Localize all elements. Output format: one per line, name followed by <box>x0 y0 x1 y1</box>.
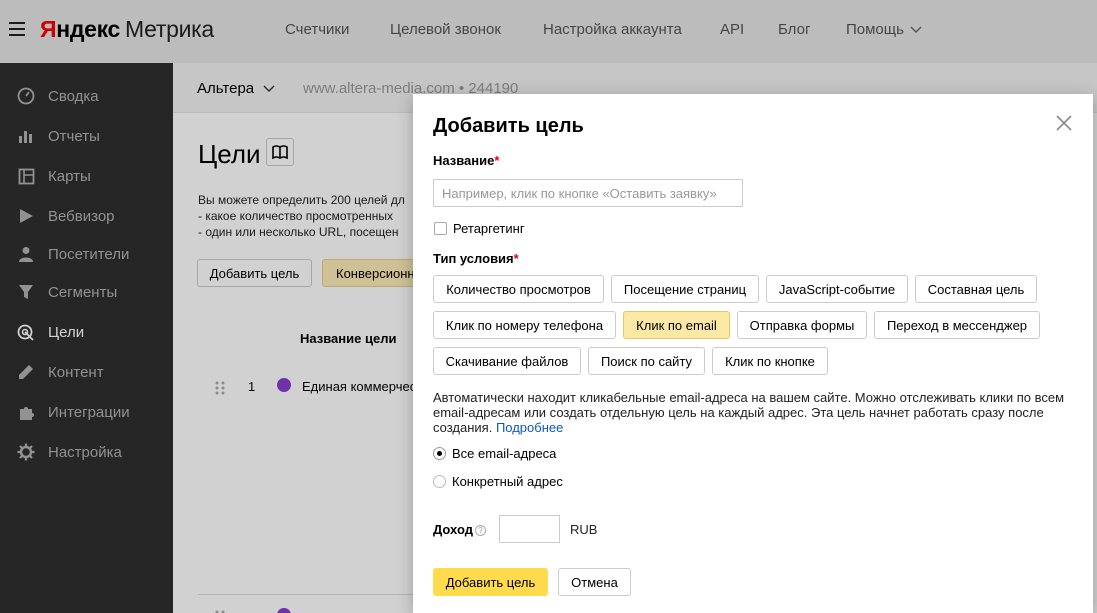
cancel-button[interactable]: Отмена <box>558 568 631 596</box>
condition-file-download[interactable]: Скачивание файлов <box>433 347 581 375</box>
radio-specific-email-label[interactable]: Конкретный адрес <box>452 474 563 489</box>
goal-name-input[interactable] <box>433 179 743 207</box>
condition-messenger[interactable]: Переход в мессенджер <box>874 311 1040 339</box>
condition-page-visit[interactable]: Посещение страниц <box>611 275 759 303</box>
condition-composite[interactable]: Составная цель <box>915 275 1037 303</box>
dialog-title: Добавить цель <box>433 115 584 137</box>
radio-specific-email[interactable] <box>433 475 446 488</box>
condition-type-label: Тип условия* <box>433 251 519 266</box>
retargeting-label[interactable]: Ретаргетинг <box>453 221 525 236</box>
condition-site-search[interactable]: Поиск по сайту <box>588 347 705 375</box>
close-button[interactable] <box>1054 113 1074 133</box>
radio-all-emails-label[interactable]: Все email-адреса <box>452 446 556 461</box>
required-mark: * <box>513 251 519 266</box>
name-label-text: Название <box>433 153 495 168</box>
retargeting-checkbox[interactable] <box>434 222 447 235</box>
submit-goal-button[interactable]: Добавить цель <box>433 568 548 596</box>
currency-label: RUB <box>570 522 598 537</box>
condition-email-click[interactable]: Клик по email <box>623 311 730 339</box>
condition-phone-click[interactable]: Клик по номеру телефона <box>433 311 616 339</box>
income-label: Доход <box>433 522 473 537</box>
radio-all-emails[interactable] <box>433 447 446 460</box>
close-icon <box>1056 115 1072 131</box>
condition-page-views[interactable]: Количество просмотров <box>433 275 604 303</box>
more-link[interactable]: Подробнее <box>496 420 563 435</box>
name-label: Название* <box>433 153 499 168</box>
condition-js-event[interactable]: JavaScript-событие <box>766 275 908 303</box>
condition-form-submit[interactable]: Отправка формы <box>737 311 867 339</box>
condition-button-click[interactable]: Клик по кнопке <box>712 347 828 375</box>
condition-label-text: Тип условия <box>433 251 514 266</box>
help-icon[interactable]: ? <box>475 525 486 536</box>
income-input[interactable] <box>499 515 560 543</box>
condition-description: Автоматически находит кликабельные email… <box>433 390 1073 435</box>
required-mark: * <box>494 153 500 168</box>
add-goal-dialog: Добавить цель Название* Ретаргетинг Тип … <box>413 94 1093 613</box>
